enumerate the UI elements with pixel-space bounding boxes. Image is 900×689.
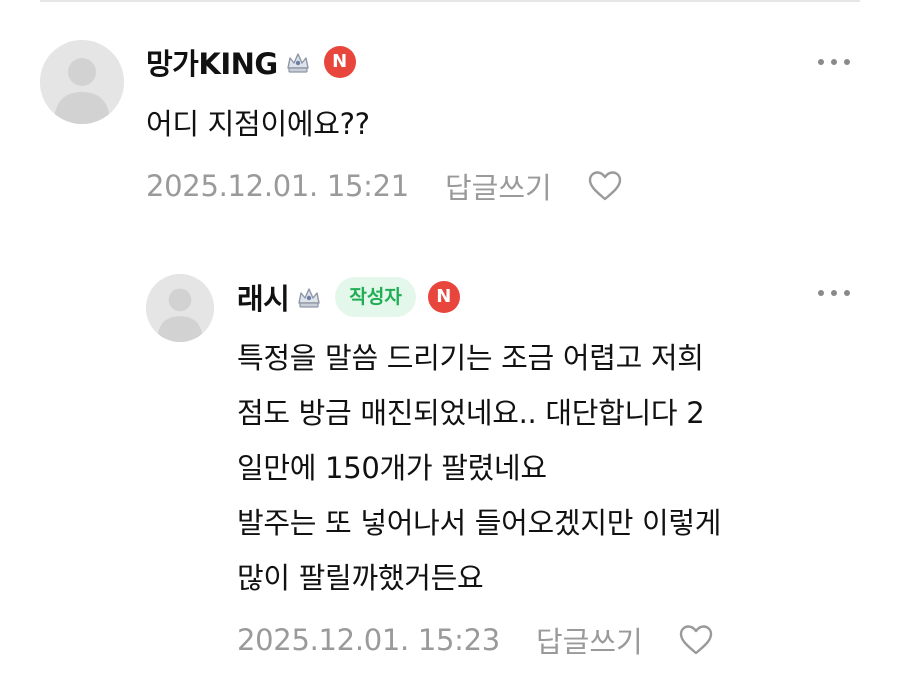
avatar-placeholder-icon <box>146 274 214 342</box>
name-row: 망가KING N <box>146 41 356 83</box>
nickname[interactable]: 래시 <box>237 276 290 318</box>
more-options-icon[interactable] <box>818 57 854 67</box>
n-badge: N <box>323 46 356 78</box>
heart-icon[interactable] <box>588 171 622 201</box>
avatar[interactable] <box>146 274 214 342</box>
comment-text: 특정을 말씀 드리기는 조금 어렵고 저희 점도 방금 매진되었네요.. 대단합… <box>237 341 722 595</box>
meta-row: 2025.12.01. 15:23 답글쓰기 <box>237 620 713 660</box>
comment-date: 2025.12.01. 15:23 <box>237 623 500 657</box>
avatar-placeholder-icon <box>40 40 124 124</box>
heart-icon[interactable] <box>679 625 713 655</box>
comment-date: 2025.12.01. 15:21 <box>146 169 409 203</box>
comment-text: 어디 지점이에요?? <box>146 107 370 141</box>
crown-icon <box>295 283 323 311</box>
avatar[interactable] <box>40 40 124 124</box>
reply-button[interactable]: 답글쓰기 <box>445 165 552 207</box>
comment-page: 망가KING N 어디 지점이에요?? 2025.12.01. 15:21 답글… <box>0 0 900 689</box>
n-badge: N <box>427 281 460 313</box>
crown-icon <box>284 48 312 76</box>
more-options-icon[interactable] <box>818 288 854 298</box>
reply-button[interactable]: 답글쓰기 <box>536 619 643 661</box>
top-divider <box>40 0 860 2</box>
nickname[interactable]: 망가KING <box>146 41 278 83</box>
name-row: 래시 작성자 N <box>237 276 460 318</box>
meta-row: 2025.12.01. 15:21 답글쓰기 <box>146 166 622 206</box>
author-badge: 작성자 <box>335 277 416 317</box>
